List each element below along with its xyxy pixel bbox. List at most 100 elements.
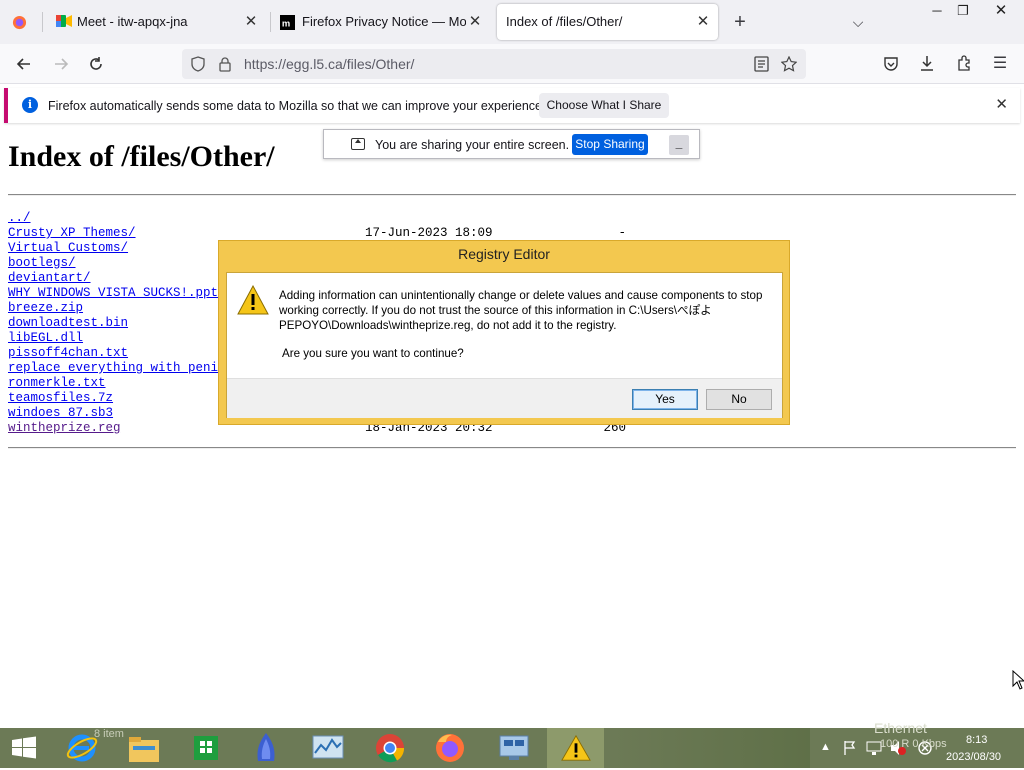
url-text[interactable]: https://egg.l5.ca/files/Other/ — [244, 56, 414, 72]
dialog-body: Adding information can unintentionally c… — [226, 272, 783, 418]
dialog-message: Adding information can unintentionally c… — [279, 289, 763, 332]
file-link[interactable]: libEGL.dll — [8, 331, 83, 345]
list-item: breeze.zip — [8, 301, 83, 316]
dialog-question: Are you sure you want to continue? — [282, 347, 464, 360]
tab-index-of-files[interactable]: Index of /files/Other/ ✕ — [497, 4, 718, 40]
list-item: replace everything with penis. — [8, 361, 233, 376]
shield-icon — [191, 56, 205, 72]
file-link[interactable]: Crusty XP Themes/ — [8, 226, 136, 240]
clock-date[interactable]: 2023/08/30 — [946, 751, 1001, 763]
file-explorer-icon — [128, 737, 159, 762]
taskbar-file-explorer[interactable] — [115, 728, 172, 768]
screen-sharing-indicator: You are sharing your entire screen. Stop… — [323, 129, 700, 159]
divider — [8, 194, 1016, 196]
close-tab-icon[interactable]: ✕ — [242, 13, 260, 31]
network-rate: 100 R 0 Kbps — [880, 738, 947, 750]
lock-icon[interactable] — [218, 56, 232, 72]
flag-icon[interactable] — [843, 740, 857, 756]
reload-button[interactable] — [83, 52, 109, 76]
taskbar-internet-explorer[interactable] — [53, 728, 110, 768]
close-window-button[interactable]: ✕ — [984, 0, 1018, 22]
taskbar-app[interactable] — [237, 728, 294, 768]
tab-privacy-notice[interactable]: m Firefox Privacy Notice — Mozill ✕ — [272, 4, 490, 40]
file-link[interactable]: bootlegs/ — [8, 256, 76, 270]
app-icon — [256, 733, 275, 761]
taskbar-network-app[interactable] — [485, 728, 542, 768]
file-link[interactable]: breeze.zip — [8, 301, 83, 315]
back-arrow-icon — [16, 58, 30, 70]
downloads-icon[interactable] — [919, 55, 935, 72]
task-manager-icon — [312, 735, 343, 759]
file-link[interactable]: downloadtest.bin — [8, 316, 128, 330]
new-tab-button[interactable]: + — [727, 10, 753, 34]
restore-window-button[interactable]: ❐ — [946, 0, 980, 22]
file-link[interactable]: replace everything with penis. — [8, 361, 233, 375]
list-item: WHY WINDOWS VISTA SUCKS!.pptx — [8, 286, 226, 301]
minimize-indicator-button[interactable]: _ — [669, 135, 689, 155]
taskbar-task-manager[interactable] — [299, 728, 356, 768]
file-link[interactable]: teamosfiles.7z — [8, 391, 113, 405]
reload-icon — [90, 57, 102, 70]
forward-arrow-icon — [55, 58, 69, 70]
pocket-icon[interactable] — [883, 56, 899, 72]
mouse-cursor-icon — [1012, 670, 1024, 690]
warning-icon — [237, 285, 269, 315]
list-item: teamosfiles.7z — [8, 391, 113, 406]
file-link[interactable]: pissoff4chan.txt — [8, 346, 128, 360]
file-link[interactable]: deviantart/ — [8, 271, 91, 285]
show-hidden-icons[interactable]: ▲ — [820, 741, 831, 753]
close-tab-icon[interactable]: ✕ — [694, 13, 712, 31]
sharing-message: You are sharing your entire screen. — [375, 138, 570, 152]
taskbar-registry-warning[interactable] — [547, 728, 604, 768]
start-button-icon[interactable] — [0, 728, 48, 768]
store-icon — [193, 736, 218, 760]
tab-title: Index of /files/Other/ — [506, 14, 623, 29]
list-item: deviantart/ — [8, 271, 91, 286]
forward-button[interactable] — [48, 52, 74, 76]
dialog-title: Registry Editor — [458, 246, 550, 262]
list-item: bootlegs/ — [8, 256, 76, 271]
mozilla-icon: m — [280, 15, 295, 30]
file-link[interactable]: WHY WINDOWS VISTA SUCKS!.pptx — [8, 286, 226, 300]
taskbar: 8 item Ethernet ▲ 100 R 0 Kbps 8:13 2023… — [0, 720, 1024, 768]
yes-button[interactable]: Yes — [632, 389, 698, 410]
list-item: ronmerkle.txt — [8, 376, 106, 391]
stop-sharing-button[interactable]: Stop Sharing — [572, 134, 648, 155]
file-link[interactable]: Virtual Customs/ — [8, 241, 128, 255]
app-menu-icon[interactable]: ☰ — [987, 52, 1013, 76]
choose-what-i-share-button[interactable]: Choose What I Share — [539, 93, 669, 118]
file-date: 17-Jun-2023 18:09 — [365, 226, 493, 240]
extensions-icon[interactable] — [956, 55, 972, 71]
list-item: libEGL.dll — [8, 331, 83, 346]
tab-title: Meet - itw-apqx-jna — [77, 14, 188, 29]
tab-title: Firefox Privacy Notice — Mozill — [302, 14, 466, 29]
tab-firefox-view[interactable] — [0, 4, 42, 40]
taskbar-firefox[interactable] — [421, 728, 478, 768]
bookmark-star-icon[interactable] — [781, 56, 797, 72]
close-tab-icon[interactable]: ✕ — [466, 13, 484, 31]
back-button[interactable] — [11, 52, 37, 76]
file-link[interactable]: wintheprize.reg — [8, 421, 121, 435]
registry-editor-dialog: Registry Editor Adding information can u… — [218, 240, 790, 425]
list-item: wintheprize.reg 18-Jan-2023 20:32 260 — [8, 421, 626, 436]
info-icon: i — [22, 97, 38, 113]
taskbar-chrome[interactable] — [361, 728, 418, 768]
google-meet-icon — [56, 15, 72, 27]
clock-time[interactable]: 8:13 — [966, 734, 987, 746]
list-all-tabs-icon[interactable]: ⌵ — [845, 10, 871, 34]
url-bar[interactable]: https://egg.l5.ca/files/Other/ — [182, 49, 806, 79]
internet-explorer-icon — [66, 734, 97, 762]
tab-strip: Meet - itw-apqx-jna ✕ m Firefox Privacy … — [0, 0, 1024, 44]
chrome-icon — [375, 734, 404, 763]
taskbar-store[interactable] — [177, 728, 234, 768]
file-link[interactable]: ../ — [8, 211, 31, 225]
file-link[interactable]: windoes 87.sb3 — [8, 406, 113, 420]
no-button[interactable]: No — [706, 389, 772, 410]
close-notification-icon[interactable]: ✕ — [995, 95, 1008, 113]
firefox-view-icon — [12, 15, 27, 30]
list-item: downloadtest.bin — [8, 316, 128, 331]
file-link[interactable]: ronmerkle.txt — [8, 376, 106, 390]
divider — [8, 447, 1016, 449]
tab-meet[interactable]: Meet - itw-apqx-jna ✕ — [48, 4, 266, 40]
reader-view-icon[interactable] — [754, 56, 769, 72]
